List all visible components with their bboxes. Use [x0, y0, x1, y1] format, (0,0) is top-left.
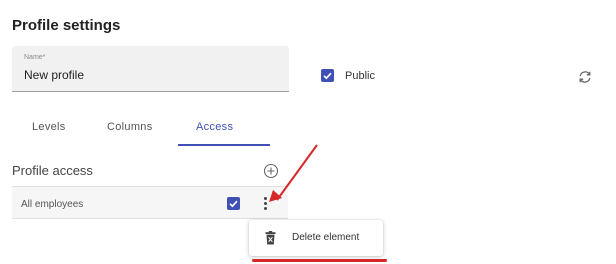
access-row-label: All employees	[21, 199, 84, 210]
page-title: Profile settings	[12, 17, 121, 34]
public-checkbox[interactable]	[321, 69, 334, 82]
tab-columns[interactable]: Columns	[107, 121, 153, 133]
section-title: Profile access	[12, 163, 93, 178]
context-menu: Delete element	[249, 220, 383, 256]
name-field-value[interactable]: New profile	[24, 68, 84, 82]
check-icon	[323, 72, 332, 80]
tab-access[interactable]: Access	[196, 121, 233, 133]
tab-bar: Levels Columns Access	[12, 113, 270, 147]
annotation-underline	[252, 259, 387, 262]
access-row: All employees	[12, 186, 288, 219]
delete-element-menu-item[interactable]: Delete element	[292, 232, 359, 243]
trash-icon	[265, 231, 276, 245]
name-field-label: Name*	[24, 54, 46, 61]
name-field[interactable]: Name* New profile	[12, 46, 289, 92]
tab-levels[interactable]: Levels	[32, 121, 66, 133]
refresh-icon[interactable]	[577, 69, 593, 85]
public-label: Public	[345, 70, 375, 82]
access-row-checkbox[interactable]	[227, 197, 240, 210]
annotation-arrow	[269, 144, 318, 202]
check-icon	[229, 200, 238, 208]
